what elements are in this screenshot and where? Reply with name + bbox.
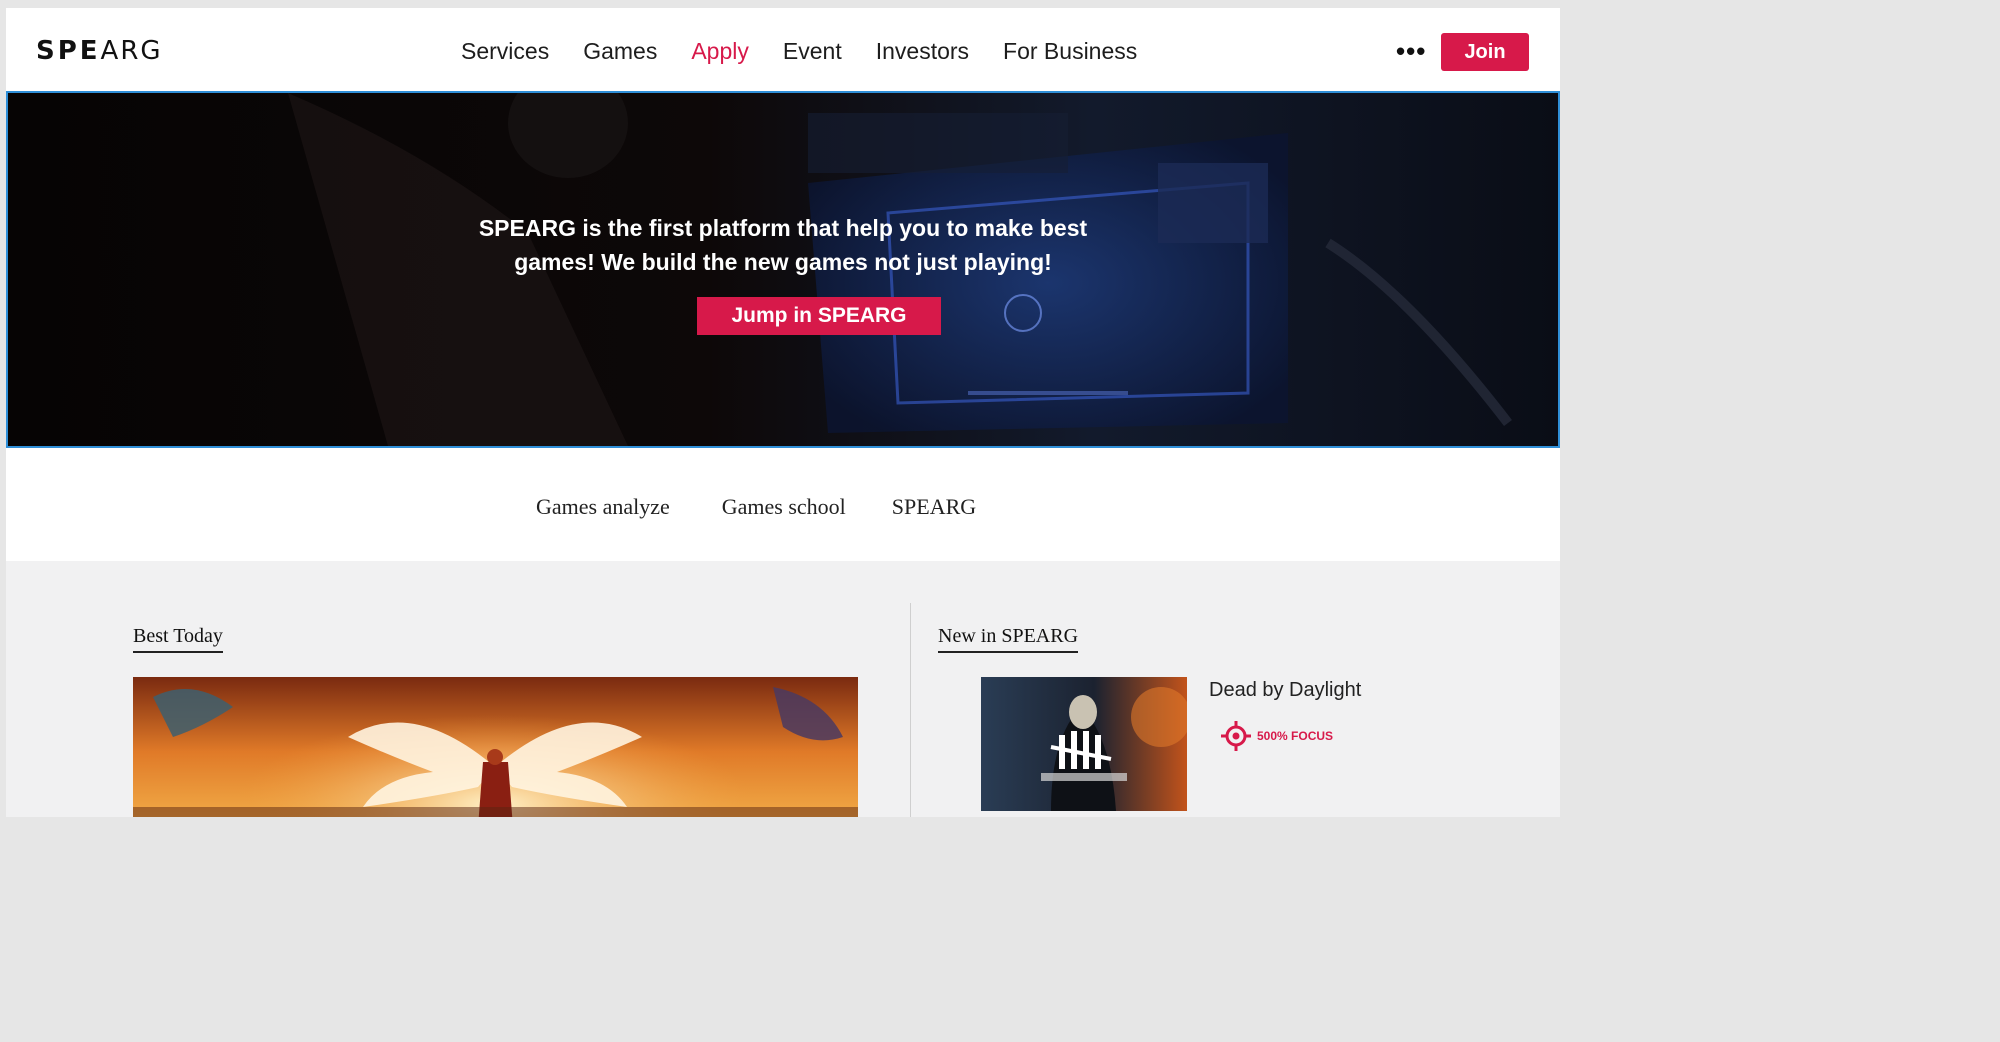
sub-nav-links: Games analyze Games school SPEARG	[536, 494, 1028, 520]
sub-navigation: Games analyze Games school SPEARG	[6, 448, 1560, 561]
subnav-speArg[interactable]: SPEARG	[892, 494, 976, 520]
hero-tagline: SPEARG is the first platform that help y…	[8, 211, 1558, 279]
best-today-artwork	[133, 677, 858, 817]
subnav-games-school[interactable]: Games school	[722, 494, 846, 520]
dead-by-daylight-image[interactable]	[981, 677, 1187, 811]
browser-page: SPE ARG Services Games Apply Event Invest…	[6, 8, 1560, 817]
new-in-title: New in SPEARG	[938, 625, 1079, 653]
target-icon	[1221, 721, 1251, 751]
nav-apply[interactable]: Apply	[691, 38, 749, 65]
top-navigation: SPE ARG Services Games Apply Event Invest…	[6, 8, 1560, 91]
nav-for-business[interactable]: For Business	[1003, 38, 1137, 65]
join-button[interactable]: Join	[1441, 33, 1529, 71]
new-game-title[interactable]: Dead by Daylight	[1209, 679, 1361, 702]
focus-label: 500% FOCUS	[1257, 729, 1334, 743]
logo-thin-text: ARG	[100, 36, 163, 66]
jump-in-button[interactable]: Jump in SPEARG	[697, 297, 941, 335]
speArg-logo[interactable]: SPE ARG	[36, 36, 163, 66]
best-today-title: Best Today	[133, 625, 223, 653]
nav-event[interactable]: Event	[783, 38, 842, 65]
column-divider	[910, 603, 911, 817]
hero-line-2: games! We build the new games not just p…	[514, 249, 1052, 275]
content-area: Best Today New in SPEARG Dead by Dayligh…	[6, 561, 1560, 817]
nav-investors[interactable]: Investors	[876, 38, 969, 65]
logo-bold-text: SPE	[36, 36, 101, 66]
nav-games[interactable]: Games	[583, 38, 657, 65]
more-dots-icon[interactable]: •••	[1396, 38, 1426, 64]
best-today-image[interactable]	[133, 677, 858, 817]
dead-by-daylight-artwork	[981, 677, 1187, 811]
hero-banner: SPEARG is the first platform that help y…	[6, 91, 1560, 448]
main-nav: Services Games Apply Event Investors For…	[461, 38, 1171, 65]
hero-line-1: SPEARG is the first platform that help y…	[478, 215, 1088, 241]
nav-services[interactable]: Services	[461, 38, 549, 65]
focus-badge: 500% FOCUS	[1218, 719, 1333, 753]
subnav-games-analyze[interactable]: Games analyze	[536, 494, 670, 520]
